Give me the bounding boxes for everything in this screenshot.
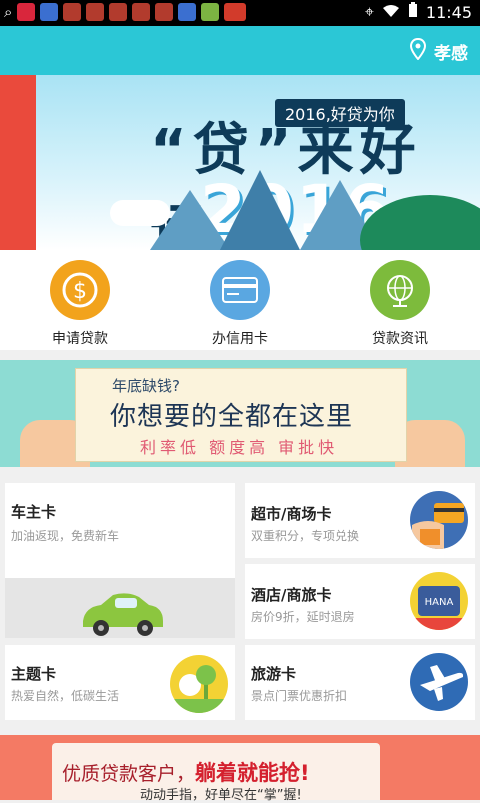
credit-card-icon bbox=[210, 260, 270, 320]
shopping-card-title: 超市/商场卡 bbox=[251, 505, 332, 523]
baidu-notification-icon bbox=[40, 3, 59, 21]
travel-card-subtitle: 景点门票优惠折扣 bbox=[251, 689, 348, 703]
bottom-promo-subline: 动动手指，好单尽在“掌”握! bbox=[140, 788, 302, 803]
car-card-title: 车主卡 bbox=[11, 503, 57, 521]
app-notification-icon bbox=[155, 3, 174, 21]
airplane-icon bbox=[410, 653, 468, 711]
apply-loan-label: 申请贷款 bbox=[52, 331, 108, 347]
battery-icon bbox=[408, 2, 418, 22]
theme-card[interactable]: 主题卡 热爱自然，低碳生活 bbox=[5, 645, 235, 720]
apply-loan-button[interactable]: $ 申请贷款 bbox=[0, 250, 160, 350]
svg-text:HANA: HANA bbox=[425, 597, 454, 608]
loan-news-button[interactable]: 贷款资讯 bbox=[320, 250, 480, 350]
bottom-promo-bold: 躺着就能抢! bbox=[195, 761, 310, 785]
credit-card-button[interactable]: 办信用卡 bbox=[160, 250, 320, 350]
banner-subtitle: 2016,好贷为你 bbox=[275, 99, 405, 127]
quick-actions: $ 申请贷款 办信用卡 贷款资讯 bbox=[0, 250, 480, 350]
location-pin-icon bbox=[409, 37, 427, 65]
app-notification-icon bbox=[86, 3, 105, 21]
svg-text:$: $ bbox=[73, 279, 87, 304]
bottom-promo-headline: 优质贷款客户，躺着就能抢! bbox=[62, 757, 310, 787]
travel-card[interactable]: 旅游卡 景点门票优惠折扣 bbox=[245, 645, 475, 720]
car-card[interactable]: 车主卡 加油返现，免费新车 bbox=[5, 483, 235, 638]
shopping-card[interactable]: 超市/商场卡 双重积分，专项兑换 bbox=[245, 483, 475, 558]
loan-news-label: 贷款资讯 bbox=[372, 331, 428, 347]
app-notification-icon bbox=[132, 3, 151, 21]
android-icon bbox=[201, 3, 220, 21]
hotel-card-title: 酒店/商旅卡 bbox=[251, 586, 332, 604]
cloud-shape bbox=[110, 200, 170, 226]
dollar-coin-icon: $ bbox=[50, 260, 110, 320]
globe-icon bbox=[370, 260, 430, 320]
hotel-icon: HANA bbox=[410, 572, 468, 630]
promo-small-text: 年底缺钱? bbox=[112, 377, 180, 395]
hotel-card[interactable]: 酒店/商旅卡 房价9折，延时退房 HANA bbox=[245, 564, 475, 639]
hero-banner[interactable]: “贷”来好运 2016,好贷为你 2016 bbox=[0, 75, 480, 250]
promo-features-text: 利率低 额度高 审批快 bbox=[140, 438, 339, 457]
location-pin-icon: ⌖ bbox=[364, 2, 374, 21]
baidu-notification-icon bbox=[178, 3, 197, 21]
mountain-shape bbox=[220, 170, 300, 250]
credit-card-label: 办信用卡 bbox=[212, 331, 268, 347]
app-notification-icon bbox=[63, 3, 82, 21]
promo-main-text: 你想要的全都在这里 bbox=[110, 402, 354, 432]
nature-icon bbox=[170, 655, 228, 713]
car-card-subtitle: 加油返现，免费新车 bbox=[11, 529, 120, 543]
app-notification-icon bbox=[109, 3, 128, 21]
theme-card-subtitle: 热爱自然，低碳生活 bbox=[11, 689, 120, 703]
app-notification-icon bbox=[17, 3, 36, 21]
location-selector[interactable]: 孝感 bbox=[409, 37, 468, 65]
theme-card-title: 主题卡 bbox=[11, 665, 57, 683]
travel-card-title: 旅游卡 bbox=[251, 665, 297, 683]
wifi-icon bbox=[382, 3, 400, 22]
shopping-card-icon bbox=[410, 491, 468, 549]
status-time: 11:45 bbox=[425, 2, 472, 22]
hotel-card-subtitle: 房价9折，延时退房 bbox=[251, 610, 355, 624]
location-city: 孝感 bbox=[434, 44, 468, 64]
search-icon: ⌕ bbox=[4, 3, 13, 21]
app-notification-icon bbox=[224, 3, 247, 21]
top-bar: 孝感 bbox=[0, 26, 480, 75]
bottom-promo-plain: 优质贷款客户， bbox=[62, 763, 196, 785]
notification-icons: ⌕ bbox=[4, 3, 247, 21]
status-bar: ⌕ ⌖ 11:45 bbox=[0, 0, 480, 26]
shopping-card-subtitle: 双重积分，专项兑换 bbox=[251, 529, 360, 543]
green-car-icon bbox=[77, 591, 167, 641]
banner-red-ribbon bbox=[0, 75, 36, 250]
